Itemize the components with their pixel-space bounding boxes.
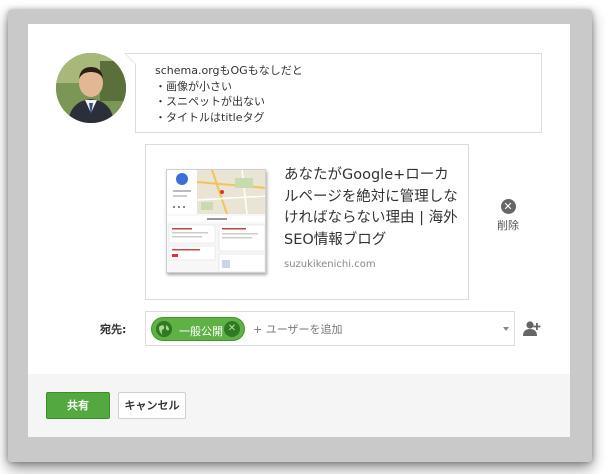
link-preview-card[interactable]: あなたがGoogle+ローカルページを絶対に管理しなければならない理由 | 海外… xyxy=(145,144,469,300)
dropdown-arrow-icon[interactable] xyxy=(503,327,509,331)
post-line: ・スニペットが出ない xyxy=(155,95,265,109)
public-chip-label: 一般公開 xyxy=(179,325,223,338)
link-thumbnail xyxy=(166,169,266,273)
share-button[interactable]: 共有 xyxy=(46,392,110,419)
public-chip[interactable]: 一般公開 ✕ xyxy=(151,317,245,341)
link-domain: suzukikenichi.com xyxy=(284,259,376,270)
post-line: ・画像が小さい xyxy=(155,79,232,93)
dialog-footer: 共有 キャンセル xyxy=(28,374,570,437)
globe-icon xyxy=(156,321,172,337)
share-dialog: schema.orgもOGもなしだと ・画像が小さい ・スニペットが出ない ・タ… xyxy=(28,24,570,437)
share-to-label: 宛先: xyxy=(100,323,127,336)
close-circle-icon: ✕ xyxy=(500,199,516,214)
post-line: ・タイトルはtitleタグ xyxy=(155,110,265,124)
remove-chip-icon[interactable]: ✕ xyxy=(224,321,240,337)
delete-link-button[interactable]: ✕ 削除 xyxy=(483,195,533,233)
cancel-button[interactable]: キャンセル xyxy=(118,392,186,419)
link-title[interactable]: あなたがGoogle+ローカルページを絶対に管理しなければならない理由 | 海外… xyxy=(284,165,462,251)
delete-label: 削除 xyxy=(497,219,519,232)
add-user-input[interactable] xyxy=(253,317,493,341)
add-person-icon[interactable] xyxy=(523,320,541,336)
dialog-body: schema.orgもOGもなしだと ・画像が小さい ・スニペットが出ない ・タ… xyxy=(28,24,570,374)
post-text[interactable]: schema.orgもOGもなしだと ・画像が小さい ・スニペットが出ない ・タ… xyxy=(135,53,542,133)
recipients-field[interactable]: 一般公開 ✕ xyxy=(145,311,515,346)
bubble-tail-inner xyxy=(126,54,136,64)
avatar xyxy=(56,53,126,123)
post-line: schema.orgもOGもなしだと xyxy=(155,64,303,77)
